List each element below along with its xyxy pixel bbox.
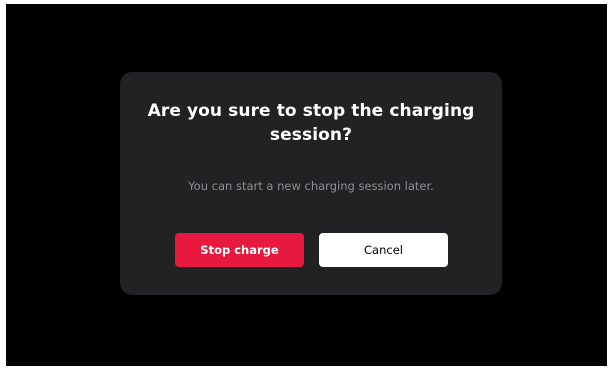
screen-backdrop: Are you sure to stop the charging sessio… <box>6 4 607 366</box>
stop-charging-dialog: Are you sure to stop the charging sessio… <box>120 72 502 295</box>
dialog-message: You can start a new charging session lat… <box>188 179 434 193</box>
stop-charge-button[interactable]: Stop charge <box>175 233 304 267</box>
dialog-title: Are you sure to stop the charging sessio… <box>147 101 475 145</box>
cancel-button[interactable]: Cancel <box>319 233 448 267</box>
